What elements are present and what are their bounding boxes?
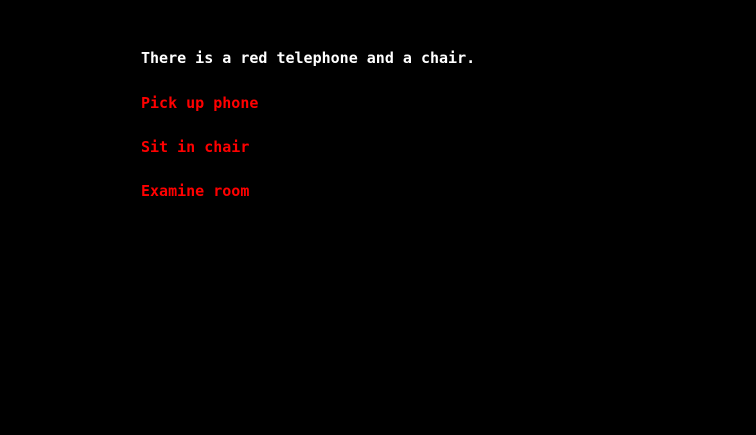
scene-narration: There is a red telephone and a chair.: [141, 49, 476, 67]
choice-examine-room[interactable]: Examine room: [141, 183, 249, 199]
choice-item: Examine room: [141, 183, 258, 199]
choice-item: Pick up phone: [141, 95, 258, 111]
choice-pick-up-phone[interactable]: Pick up phone: [141, 95, 258, 111]
choice-list: Pick up phone Sit in chair Examine room: [141, 95, 258, 227]
choice-item: Sit in chair: [141, 139, 258, 155]
game-screen: There is a red telephone and a chair. Pi…: [0, 0, 756, 435]
choice-sit-in-chair[interactable]: Sit in chair: [141, 139, 249, 155]
